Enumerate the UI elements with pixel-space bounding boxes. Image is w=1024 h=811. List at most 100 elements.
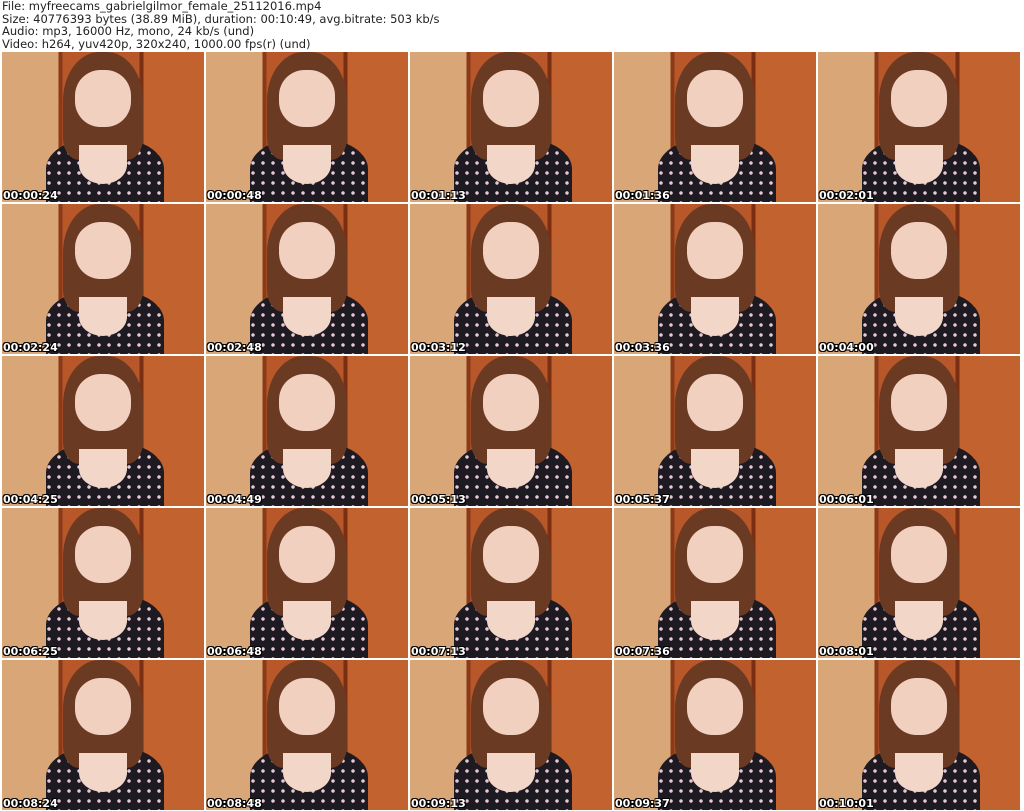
video-frame-thumbnail: 00:08:24 [2, 660, 204, 810]
frame-image [482, 70, 540, 127]
frame-image [74, 70, 132, 127]
frame-timestamp: 00:08:01 [819, 645, 874, 658]
frame-timestamp: 00:04:00 [819, 341, 874, 354]
frame-timestamp: 00:01:13 [411, 189, 466, 202]
frame-image [278, 70, 336, 127]
video-frame-thumbnail: 00:08:01 [818, 508, 1020, 658]
file-info-header: File: myfreecams_gabrielgilmor_female_25… [2, 0, 440, 50]
video-frame-thumbnail: 00:06:48 [206, 508, 408, 658]
frame-image [278, 374, 336, 431]
video-frame-thumbnail: 00:01:13 [410, 52, 612, 202]
frame-image [74, 526, 132, 583]
frame-image [78, 145, 128, 184]
video-frame-thumbnail: 00:02:01 [818, 52, 1020, 202]
video-frame-thumbnail: 00:06:25 [2, 508, 204, 658]
frame-timestamp: 00:05:37 [615, 493, 670, 506]
frame-timestamp: 00:02:01 [819, 189, 874, 202]
audio-info: Audio: mp3, 16000 Hz, mono, 24 kb/s (und… [2, 24, 255, 38]
video-frame-thumbnail: 00:04:49 [206, 356, 408, 506]
frame-timestamp: 00:00:48 [207, 189, 262, 202]
frame-timestamp: 00:06:01 [819, 493, 874, 506]
video-frame-thumbnail: 00:00:24 [2, 52, 204, 202]
frame-image [278, 526, 336, 583]
frame-image [282, 145, 332, 184]
video-frame-thumbnail: 00:00:48 [206, 52, 408, 202]
video-frame-thumbnail: 00:05:13 [410, 356, 612, 506]
frame-image [482, 526, 540, 583]
frame-timestamp: 00:03:36 [615, 341, 670, 354]
frame-image [690, 145, 740, 184]
frame-image [282, 297, 332, 336]
frame-image [282, 753, 332, 792]
frame-timestamp: 00:07:36 [615, 645, 670, 658]
frame-image [894, 753, 944, 792]
frame-timestamp: 00:05:13 [411, 493, 466, 506]
frame-image [278, 678, 336, 735]
video-frame-thumbnail: 00:03:36 [614, 204, 816, 354]
frame-timestamp: 00:09:37 [615, 797, 670, 810]
frame-timestamp: 00:04:25 [3, 493, 58, 506]
video-frame-thumbnail: 00:04:25 [2, 356, 204, 506]
frame-image [74, 222, 132, 279]
frame-image [78, 449, 128, 488]
frame-image [74, 678, 132, 735]
frame-timestamp: 00:10:01 [819, 797, 874, 810]
frame-timestamp: 00:02:48 [207, 341, 262, 354]
frame-image [686, 374, 744, 431]
video-frame-thumbnail: 00:08:48 [206, 660, 408, 810]
thumbnail-grid: 00:00:24 00:00:48 00:01:13 00:01:36 00:02:01… [2, 52, 1020, 810]
frame-image [486, 145, 536, 184]
video-frame-thumbnail: 00:09:13 [410, 660, 612, 810]
frame-image [894, 449, 944, 488]
video-frame-thumbnail: 00:10:01 [818, 660, 1020, 810]
video-frame-thumbnail: 00:01:36 [614, 52, 816, 202]
frame-image [690, 753, 740, 792]
frame-image [894, 297, 944, 336]
frame-image [890, 70, 948, 127]
frame-image [890, 678, 948, 735]
frame-timestamp: 00:06:48 [207, 645, 262, 658]
frame-image [78, 601, 128, 640]
frame-timestamp: 00:03:12 [411, 341, 466, 354]
frame-image [690, 601, 740, 640]
video-frame-thumbnail: 00:03:12 [410, 204, 612, 354]
frame-image [486, 601, 536, 640]
video-frame-thumbnail: 00:04:00 [818, 204, 1020, 354]
frame-image [890, 222, 948, 279]
video-info: Video: h264, yuv420p, 320x240, 1000.00 f… [2, 36, 311, 51]
frame-image [282, 449, 332, 488]
frame-image [278, 222, 336, 279]
frame-timestamp: 00:06:25 [3, 645, 58, 658]
video-frame-thumbnail: 00:09:37 [614, 660, 816, 810]
video-frame-thumbnail: 00:06:01 [818, 356, 1020, 506]
frame-image [686, 678, 744, 735]
frame-image [482, 374, 540, 431]
frame-image [686, 526, 744, 583]
frame-image [486, 449, 536, 488]
frame-image [74, 374, 132, 431]
video-frame-thumbnail: 00:07:36 [614, 508, 816, 658]
frame-timestamp: 00:01:36 [615, 189, 670, 202]
frame-timestamp: 00:07:13 [411, 645, 466, 658]
frame-image [890, 526, 948, 583]
frame-image [686, 222, 744, 279]
video-frame-thumbnail: 00:05:37 [614, 356, 816, 506]
frame-image [890, 374, 948, 431]
frame-image [78, 297, 128, 336]
frame-timestamp: 00:04:49 [207, 493, 262, 506]
frame-image [282, 601, 332, 640]
video-frame-thumbnail: 00:02:24 [2, 204, 204, 354]
file-name: File: myfreecams_gabrielgilmor_female_25… [2, 0, 322, 13]
frame-image [486, 753, 536, 792]
frame-image [482, 678, 540, 735]
frame-image [690, 449, 740, 488]
video-frame-thumbnail: 00:02:48 [206, 204, 408, 354]
frame-image [894, 601, 944, 640]
frame-timestamp: 00:09:13 [411, 797, 466, 810]
frame-timestamp: 00:08:24 [3, 797, 58, 810]
frame-image [482, 222, 540, 279]
video-frame-thumbnail: 00:07:13 [410, 508, 612, 658]
frame-timestamp: 00:02:24 [3, 341, 58, 354]
frame-image [486, 297, 536, 336]
frame-image [690, 297, 740, 336]
